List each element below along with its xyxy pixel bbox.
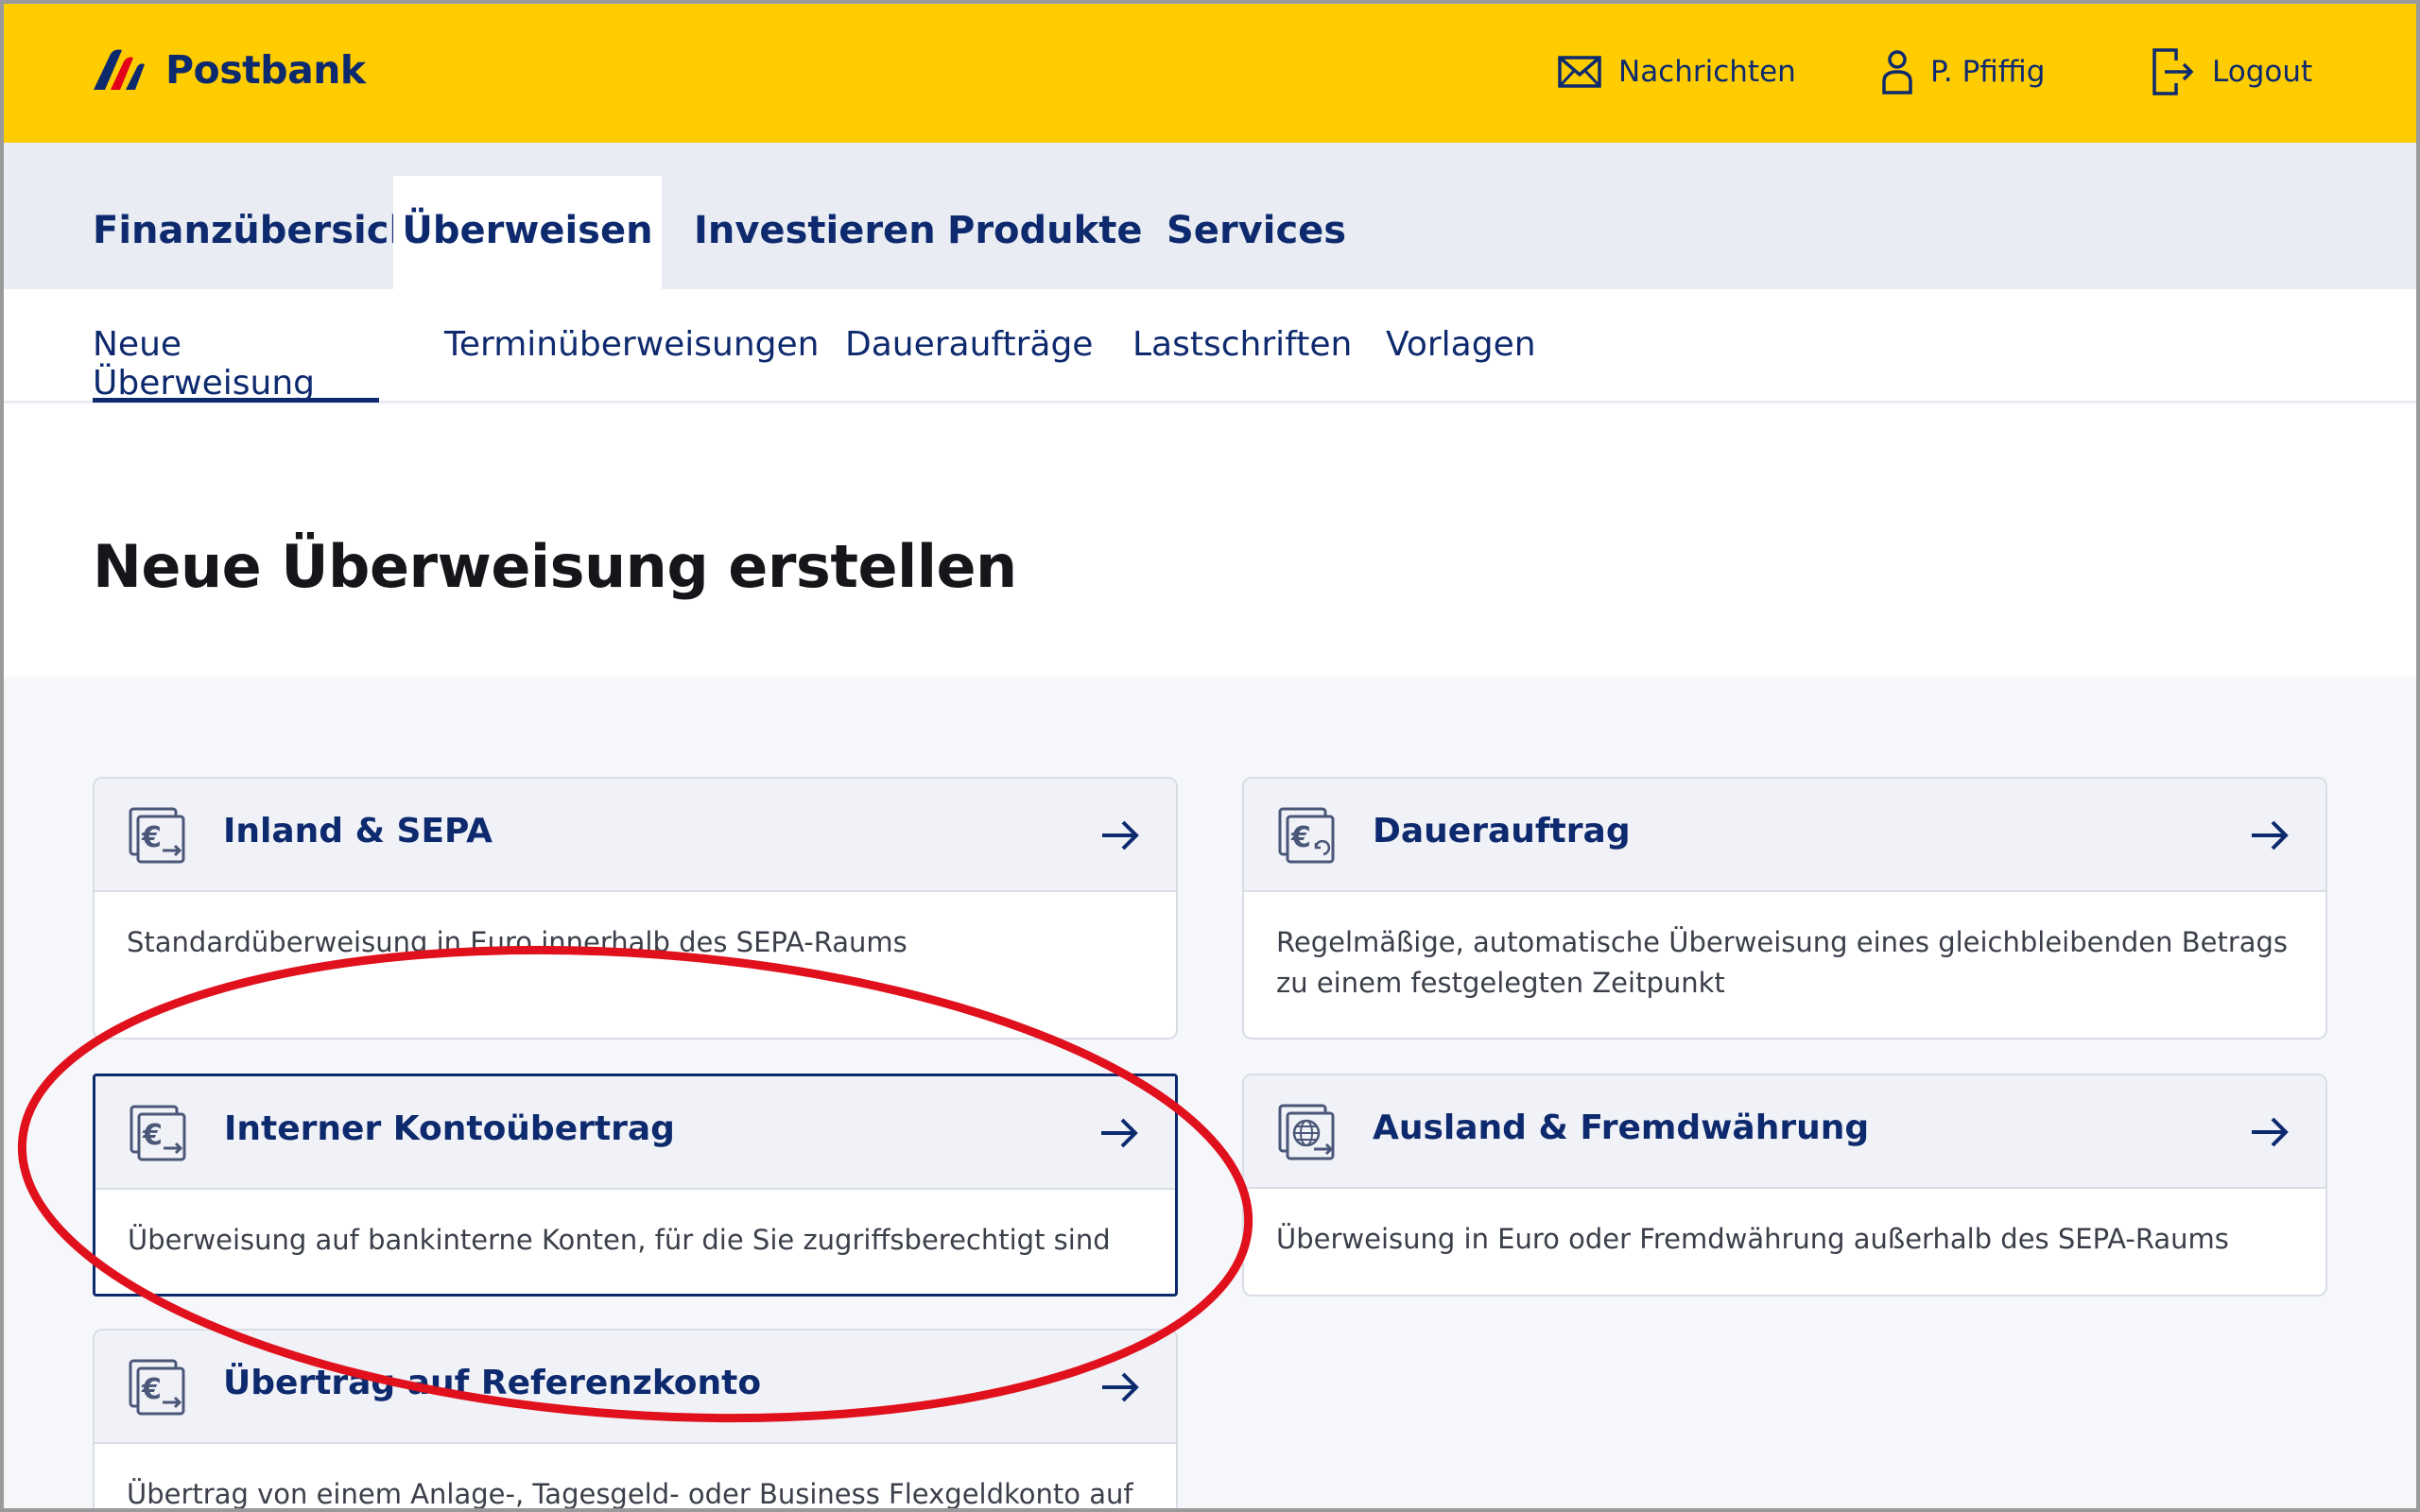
arrow-right-icon: [2252, 1117, 2289, 1147]
card-title: Inland & SEPA: [223, 812, 493, 850]
page-title: Neue Überweisung erstellen: [93, 532, 1017, 601]
card-header: € Übertrag auf Referenzkonto: [95, 1331, 1176, 1444]
card-ausland-fremdwaehrung[interactable]: Ausland & Fremdwährung Überweisung in Eu…: [1242, 1074, 2327, 1297]
card-header: Ausland & Fremdwährung: [1244, 1075, 2325, 1189]
user-profile-button[interactable]: P. Pfiffig: [1881, 45, 2045, 98]
sub-navigation: Neue Überweisung Terminüberweisungen Dau…: [0, 289, 2420, 403]
card-title: Übertrag auf Referenzkonto: [223, 1364, 762, 1402]
card-description: Standardüberweisung in Euro innerhalb de…: [127, 926, 908, 958]
arrow-right-icon: [1102, 820, 1139, 850]
card-header: € Inland & SEPA: [95, 779, 1176, 892]
euro-transfer-icon: €: [129, 807, 185, 864]
card-title: Ausland & Fremdwährung: [1373, 1108, 1870, 1147]
postbank-logo[interactable]: Postbank: [90, 42, 366, 98]
nav-finanzuebersicht[interactable]: Finanzübersicht: [93, 143, 434, 289]
euro-reference-icon: €: [129, 1359, 185, 1416]
nav-services[interactable]: Services: [1167, 143, 1346, 289]
nav-investieren[interactable]: Investieren: [694, 143, 936, 289]
subnav-dauerauftraege[interactable]: Daueraufträge: [845, 325, 1093, 403]
svg-text:€: €: [142, 1119, 163, 1152]
card-description: Übertrag von einem Anlage-, Tagesgeld- o…: [127, 1478, 1133, 1510]
card-title: Dauerauftrag: [1373, 812, 1631, 850]
heading-section: Neue Überweisung erstellen: [0, 404, 2420, 677]
card-description: Überweisung in Euro oder Fremdwährung au…: [1276, 1223, 2229, 1255]
subnav-vorlagen[interactable]: Vorlagen: [1386, 325, 1536, 403]
svg-text:€: €: [141, 1373, 162, 1406]
main-navigation: Finanzübersicht Überweisen Investieren P…: [0, 143, 2420, 289]
user-icon: [1882, 50, 1912, 94]
card-uebertrag-referenzkonto[interactable]: € Übertrag auf Referenzkonto Übertrag vo…: [93, 1329, 1178, 1512]
arrow-right-icon: [2252, 820, 2289, 850]
subnav-lastschriften[interactable]: Lastschriften: [1132, 325, 1352, 403]
logout-button[interactable]: Logout: [2152, 45, 2312, 98]
messages-button[interactable]: Nachrichten: [1558, 45, 1796, 98]
messages-label: Nachrichten: [1618, 55, 1796, 89]
logout-label: Logout: [2212, 55, 2313, 89]
arrow-right-icon: [1102, 1372, 1139, 1402]
user-name: P. Pfiffig: [1930, 55, 2046, 89]
nav-ueberweisen[interactable]: Überweisen: [393, 176, 662, 289]
euro-recurring-icon: €: [1278, 807, 1335, 864]
subnav-terminueberweisungen[interactable]: Terminüberweisungen: [444, 325, 820, 403]
svg-text:€: €: [1290, 821, 1311, 854]
euro-internal-icon: €: [130, 1105, 186, 1161]
svg-text:€: €: [141, 821, 162, 854]
card-description: Regelmäßige, automatische Überweisung ei…: [1276, 926, 2289, 999]
card-inland-sepa[interactable]: € Inland & SEPA Standardüberweisung in E…: [93, 777, 1178, 1040]
card-dauerauftrag[interactable]: € Dauerauftrag Regelmäßige, automatische…: [1242, 777, 2327, 1040]
card-header: € Dauerauftrag: [1244, 779, 2325, 892]
subnav-neue-ueberweisung[interactable]: Neue Überweisung: [93, 325, 379, 403]
card-title: Interner Kontoübertrag: [224, 1109, 675, 1148]
postbank-logo-icon: [94, 49, 145, 90]
card-description: Überweisung auf bankinterne Konten, für …: [128, 1224, 1111, 1256]
nav-produkte[interactable]: Produkte: [947, 143, 1142, 289]
card-header: € Interner Kontoübertrag: [95, 1076, 1175, 1190]
card-interner-kontouebertrag[interactable]: € Interner Kontoübertrag Überweisung auf…: [93, 1074, 1178, 1297]
top-bar: Postbank Nachrichten P. Pfiffig Logout: [0, 0, 2420, 143]
arrow-right-icon: [1101, 1118, 1138, 1148]
envelope-icon: [1558, 56, 1601, 88]
globe-transfer-icon: [1278, 1104, 1335, 1160]
logo-text: Postbank: [165, 47, 366, 93]
logout-icon: [2152, 48, 2194, 95]
